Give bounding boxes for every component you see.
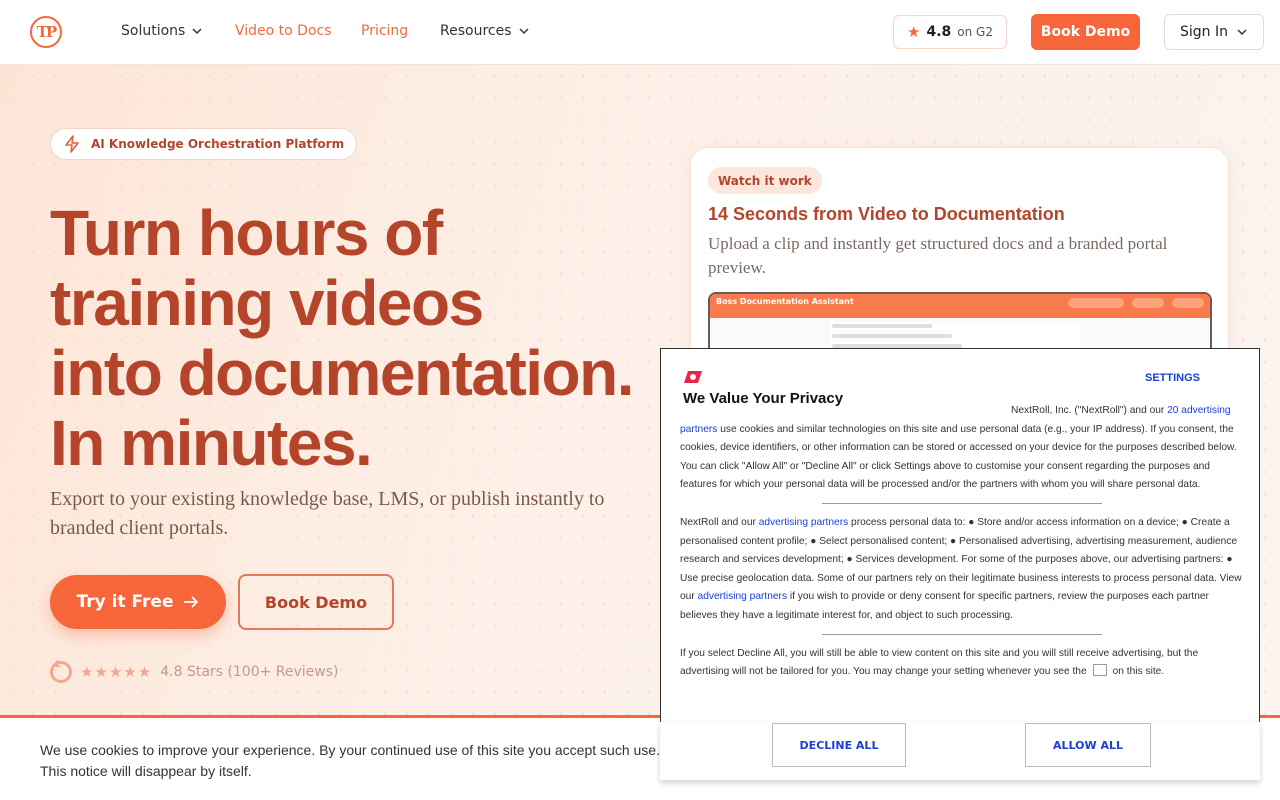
preview-chip xyxy=(1132,298,1164,308)
nav-solutions-label: Solutions xyxy=(121,23,186,39)
preview-toolbar: Boss Documentation Assistant xyxy=(710,294,1210,318)
card-description: Upload a clip and instantly get structur… xyxy=(708,234,1168,277)
nav-pricing-label: Pricing xyxy=(361,23,409,39)
nav-resources[interactable]: Resources xyxy=(440,23,530,39)
privacy-paragraph-1: NextRoll, Inc. ("NextRoll") and our 20 a… xyxy=(680,402,1244,495)
lightning-icon xyxy=(65,135,79,153)
privacy-dialog-footer: DECLINE ALL ALLOW ALL xyxy=(660,722,1260,780)
chevron-down-icon xyxy=(1237,29,1247,36)
privacy-paragraph-3: If you select Decline All, you will stil… xyxy=(680,645,1244,682)
nextroll-inline-icon xyxy=(1092,664,1107,677)
decline-all-button[interactable]: DECLINE ALL xyxy=(772,723,906,767)
nav-resources-label: Resources xyxy=(440,23,512,39)
headline-line: Turn hours of xyxy=(50,197,443,269)
nav-video-to-docs[interactable]: Video to Docs xyxy=(235,23,332,39)
sign-in-button[interactable]: Sign In xyxy=(1164,14,1264,50)
advertising-partners-link[interactable]: advertising partners xyxy=(698,591,787,602)
nav-pricing[interactable]: Pricing xyxy=(361,23,408,39)
cookie-notice-line: We use cookies to improve your experienc… xyxy=(40,742,660,758)
chevron-down-icon xyxy=(192,28,202,35)
try-it-free-button[interactable]: Try it Free xyxy=(50,575,226,629)
brand-logo[interactable]: TP xyxy=(30,16,62,48)
preview-line xyxy=(832,324,932,328)
cookie-notice-line: This notice will disappear by itself. xyxy=(40,763,252,779)
star-icon: ★ xyxy=(907,23,921,41)
g2-rating-suffix: on G2 xyxy=(957,25,993,39)
preview-chip xyxy=(1068,298,1124,308)
rating-stars-icon: ★★★★★ xyxy=(80,663,153,681)
settings-link[interactable]: SETTINGS xyxy=(1145,372,1200,384)
platform-pill: AI Knowledge Orchestration Platform xyxy=(50,128,358,160)
divider xyxy=(822,502,1102,504)
nextroll-logo-icon xyxy=(684,371,702,383)
hero-subline: Export to your existing knowledge base, … xyxy=(50,488,605,539)
g2-logo-icon: 2 xyxy=(50,660,72,683)
privacy-consent-dialog: SETTINGS We Value Your Privacy NextRoll,… xyxy=(660,348,1260,723)
book-demo-button[interactable]: Book Demo xyxy=(238,574,394,630)
g2-rating-value: 4.8 xyxy=(926,24,952,40)
reviews-text: 4.8 Stars (100+ Reviews) xyxy=(160,664,339,680)
preview-title: Boss Documentation Assistant xyxy=(716,297,854,306)
try-it-free-label: Try it Free xyxy=(76,592,174,612)
privacy-body: NextRoll, Inc. ("NextRoll") and our 20 a… xyxy=(680,402,1244,682)
divider xyxy=(822,633,1102,635)
card-title: 14 Seconds from Video to Documentation xyxy=(708,204,1065,224)
headline-line: training videos xyxy=(50,267,484,339)
chevron-down-icon xyxy=(518,28,529,35)
headline-line: into documentation. xyxy=(50,337,635,409)
allow-all-button[interactable]: ALLOW ALL xyxy=(1025,723,1151,767)
watch-it-work-tag: Watch it work xyxy=(708,167,822,194)
nav-video-to-docs-label: Video to Docs xyxy=(235,23,332,39)
arrow-right-icon xyxy=(184,596,199,608)
privacy-text: use cookies and similar technologies on … xyxy=(680,423,1237,491)
privacy-text: process personal data to: ● Store and/or… xyxy=(680,516,1242,603)
site-header: TP Solutions Video to Docs Pricing Resou… xyxy=(0,0,1280,65)
hero-headline: Turn hours of training videos into docum… xyxy=(50,198,670,478)
privacy-text: on this site. xyxy=(1112,666,1165,678)
privacy-text: NextRoll and our xyxy=(680,516,759,528)
g2-rating-badge[interactable]: ★ 4.8 on G2 xyxy=(893,15,1007,49)
book-demo-header-button[interactable]: Book Demo xyxy=(1031,14,1140,50)
privacy-paragraph-2: NextRoll and our advertising partners pr… xyxy=(680,514,1244,626)
cookie-notice-text: We use cookies to improve your experienc… xyxy=(40,740,680,782)
nav-solutions[interactable]: Solutions xyxy=(121,23,203,39)
preview-line xyxy=(832,334,952,338)
privacy-text: NextRoll, Inc. ("NextRoll") and our xyxy=(1011,405,1168,416)
preview-chip xyxy=(1172,298,1204,308)
headline-line: In minutes. xyxy=(50,407,373,479)
advertising-partners-link[interactable]: advertising partners xyxy=(759,517,848,528)
sign-in-label: Sign In xyxy=(1180,24,1228,40)
platform-pill-label: AI Knowledge Orchestration Platform xyxy=(91,137,345,151)
reviews-summary: 2 ★★★★★ 4.8 Stars (100+ Reviews) xyxy=(50,660,339,683)
